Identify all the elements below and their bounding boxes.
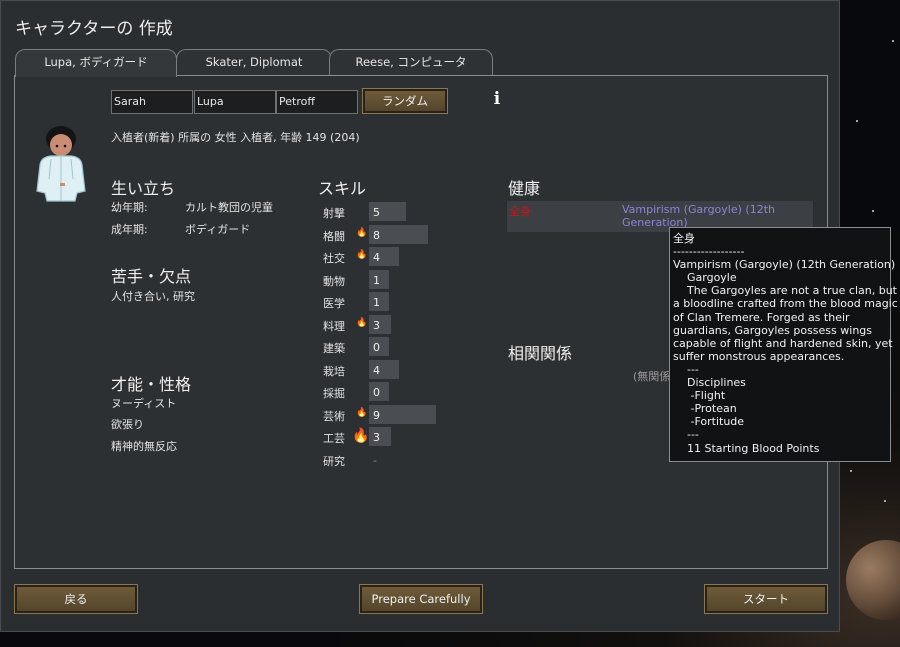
skills-heading: スキル: [318, 179, 367, 198]
skill-name: 社交: [323, 252, 345, 265]
nickname-input[interactable]: Lupa: [194, 90, 276, 114]
skill-level: -: [373, 453, 377, 467]
skill-name: 研究: [323, 454, 345, 468]
skill-name: 料理: [323, 319, 345, 333]
skill-level: 4: [373, 251, 380, 264]
minor-passion-icon: 🔥: [356, 317, 368, 328]
tooltip-line: ---: [673, 428, 699, 442]
prepare-carefully-button[interactable]: Prepare Carefully: [359, 584, 483, 614]
star: [892, 40, 894, 42]
star: [856, 120, 858, 122]
star: [850, 470, 852, 472]
skill-level: 9: [373, 408, 380, 422]
minor-passion-icon: 🔥: [356, 227, 368, 238]
tooltip-line: -Protean: [673, 402, 737, 416]
relations-empty-text: (無関係: [633, 370, 671, 383]
adulthood-value[interactable]: ボディガード: [185, 221, 250, 237]
tooltip-line: of Clan Tremere. Forged as their: [673, 310, 850, 324]
tab-pawn-3[interactable]: Reese, コンピュータ: [329, 49, 493, 76]
skill-name: 格闘: [323, 229, 345, 243]
tooltip-text: 全身 ------------------ Vampirism (Gargoyle)…: [673, 232, 898, 455]
tooltip-line: Disciplines: [673, 376, 746, 390]
info-icon[interactable]: i: [491, 90, 503, 108]
tooltip-line: Gargoyle: [673, 271, 737, 285]
tab-label: Lupa, ボディガード: [44, 55, 148, 69]
minor-passion-icon: 🔥: [356, 407, 368, 418]
first-name-input[interactable]: Sarah: [111, 90, 193, 114]
tab-pawn-1[interactable]: Lupa, ボディガード: [15, 49, 177, 77]
pawn-portrait: [36, 126, 86, 202]
incapable-value: 人付き合い, 研究: [111, 290, 195, 303]
tooltip-line: a bloodline crafted from the blood magic: [673, 297, 898, 311]
tooltip-line: guardians, Gargoyles possess wings: [673, 323, 873, 337]
tooltip-line: -Flight: [673, 389, 726, 403]
health-condition: Vampirism (Gargoyle) (12th Generation): [622, 203, 775, 229]
page-title: キャラクターの 作成: [15, 19, 173, 39]
last-name-input[interactable]: Petroff: [276, 90, 358, 114]
skill-level: 0: [373, 341, 380, 354]
back-button[interactable]: 戻る: [14, 584, 138, 614]
pawn-description: 入植者(新着) 所属の 女性 入植者, 年齢 149 (204): [111, 131, 360, 144]
childhood-label: 幼年期:: [111, 201, 148, 214]
skill-level: 3: [373, 431, 380, 444]
tooltip-line: suffer monstrous appearances.: [673, 349, 845, 363]
relations-heading: 相関関係: [508, 344, 573, 363]
skill-level: 1: [373, 296, 380, 309]
adulthood-label: 成年期:: [111, 223, 148, 236]
skill-name: 建築: [323, 342, 345, 355]
skill-level: 3: [373, 318, 380, 332]
health-body-part: 全身: [509, 205, 531, 218]
health-heading: 健康: [508, 179, 541, 198]
childhood-value[interactable]: カルト教団の児童: [185, 199, 273, 215]
skill-level: 5: [373, 206, 380, 219]
tooltip-line: 全身: [673, 232, 695, 245]
tooltip-line: ---: [673, 362, 699, 376]
start-button[interactable]: スタート: [704, 584, 828, 614]
trait-item[interactable]: 欲張り: [111, 416, 144, 432]
skill-name: 芸術: [323, 409, 345, 423]
skill-name: 射撃: [323, 207, 345, 220]
tooltip-line: 11 Starting Blood Points: [673, 441, 820, 455]
tooltip-line: Vampirism (Gargoyle) (12th Generation): [673, 258, 896, 272]
health-tooltip: 全身 ------------------ Vampirism (Gargoyle)…: [669, 227, 898, 462]
minor-passion-icon: 🔥: [356, 250, 368, 260]
randomize-button[interactable]: ランダム: [362, 88, 448, 114]
star: [872, 210, 874, 212]
tooltip-line: The Gargoyles are not a true clan, but: [673, 284, 897, 298]
skill-name: 医学: [323, 297, 345, 310]
trait-item[interactable]: ヌーディスト: [111, 395, 176, 411]
skill-name: 採掘: [323, 387, 345, 400]
skill-level: 4: [373, 363, 380, 377]
skill-name: 動物: [323, 274, 345, 288]
incapable-heading: 苦手・欠点: [111, 267, 192, 286]
tooltip-line: capable of flight and hardened skin, yet: [673, 336, 893, 350]
skill-level: 8: [373, 228, 380, 242]
traits-heading: 才能・性格: [111, 375, 192, 394]
tab-pawn-2[interactable]: Skater, Diplomat: [176, 49, 332, 76]
tooltip-line: -Fortitude: [673, 415, 745, 429]
tab-label: Reese, コンピュータ: [355, 55, 467, 69]
skill-level: 1: [373, 273, 380, 287]
backstory-heading: 生い立ち: [111, 179, 176, 198]
major-passion-icon: 🔥: [352, 428, 370, 444]
star: [884, 500, 886, 502]
tab-label: Skater, Diplomat: [205, 55, 303, 69]
skill-name: 栽培: [323, 364, 345, 378]
tooltip-line: ------------------: [673, 245, 745, 259]
skill-name: 工芸: [323, 432, 345, 445]
trait-item[interactable]: 精神的無反応: [111, 438, 177, 454]
skill-level: 0: [373, 386, 380, 399]
